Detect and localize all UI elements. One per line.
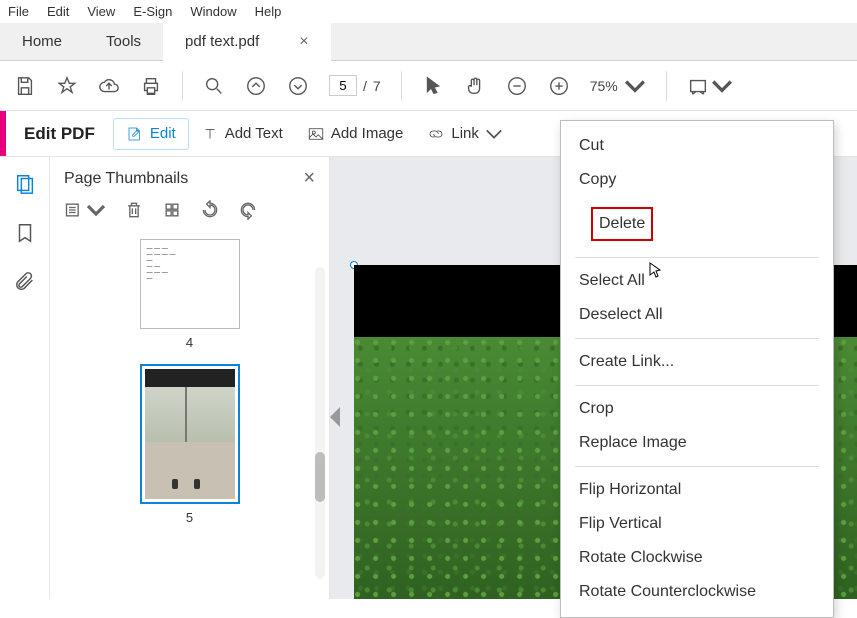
tab-bar: Home Tools pdf text.pdf × — [0, 23, 857, 61]
link-label: Link — [451, 125, 479, 142]
ctx-crop[interactable]: Crop — [561, 392, 833, 426]
save-icon[interactable] — [14, 75, 36, 97]
add-text-button[interactable]: Add Text — [189, 119, 295, 149]
close-icon[interactable]: × — [299, 33, 308, 51]
separator — [666, 71, 667, 101]
ctx-separator — [575, 466, 819, 467]
rotate-ccw-icon[interactable] — [200, 200, 220, 225]
page-current-input[interactable] — [329, 75, 357, 96]
search-icon[interactable] — [203, 75, 225, 97]
page-indicator: / 7 — [329, 75, 381, 96]
edit-pdf-title: Edit PDF — [6, 124, 113, 144]
zoom-in-icon[interactable] — [548, 75, 570, 97]
star-icon[interactable] — [56, 75, 78, 97]
thumbnail-label-4: 4 — [64, 335, 315, 350]
menu-edit[interactable]: Edit — [47, 4, 69, 19]
ctx-create-link[interactable]: Create Link... — [561, 345, 833, 379]
thumbnail-scrollbar[interactable] — [315, 267, 325, 579]
edit-button-label: Edit — [150, 125, 176, 142]
menu-esign[interactable]: E-Sign — [133, 4, 172, 19]
zoom-out-icon[interactable] — [506, 75, 528, 97]
separator — [182, 71, 183, 101]
menu-bar: File Edit View E-Sign Window Help — [0, 0, 857, 23]
print-icon[interactable] — [140, 75, 162, 97]
attachment-icon[interactable] — [14, 271, 36, 298]
add-image-label: Add Image — [331, 125, 404, 142]
fit-width-icon[interactable] — [687, 75, 733, 97]
bookmark-icon[interactable] — [14, 222, 36, 249]
ctx-flip-vertical[interactable]: Flip Vertical — [561, 507, 833, 541]
thumbnail-page-4[interactable]: — — —— — — ——— —— — —— — [140, 239, 240, 329]
tab-document[interactable]: pdf text.pdf × — [163, 23, 331, 61]
ctx-separator — [575, 257, 819, 258]
rotate-cw-icon[interactable] — [238, 200, 258, 225]
add-text-label: Add Text — [225, 125, 283, 142]
tab-document-label: pdf text.pdf — [185, 33, 259, 50]
main-toolbar: / 7 75% — [0, 61, 857, 111]
collapse-panel-icon[interactable] — [330, 407, 340, 427]
thumbnail-label-5: 5 — [64, 510, 315, 525]
hand-icon[interactable] — [464, 75, 486, 97]
ctx-delete[interactable]: Delete — [561, 197, 833, 251]
tab-tools[interactable]: Tools — [84, 23, 163, 60]
tab-home[interactable]: Home — [0, 23, 84, 60]
context-menu: Cut Copy Delete Select All Deselect All … — [560, 120, 834, 618]
thumbnail-page-5[interactable] — [140, 364, 240, 504]
insert-page-icon[interactable] — [162, 200, 182, 225]
page-up-icon[interactable] — [245, 75, 267, 97]
ctx-rotate-cw[interactable]: Rotate Clockwise — [561, 541, 833, 575]
close-thumbnails-icon[interactable]: × — [303, 167, 315, 190]
add-image-button[interactable]: Add Image — [295, 119, 416, 149]
ctx-rotate-ccw[interactable]: Rotate Counterclockwise — [561, 575, 833, 609]
ctx-separator — [575, 385, 819, 386]
zoom-level[interactable]: 75% — [590, 75, 646, 97]
ctx-copy[interactable]: Copy — [561, 163, 833, 197]
page-sep: / — [363, 78, 367, 94]
menu-view[interactable]: View — [87, 4, 115, 19]
zoom-label: 75% — [590, 78, 618, 94]
ctx-cut[interactable]: Cut — [561, 129, 833, 163]
ctx-deselect-all[interactable]: Deselect All — [561, 298, 833, 332]
menu-window[interactable]: Window — [190, 4, 236, 19]
menu-file[interactable]: File — [8, 4, 29, 19]
trash-icon[interactable] — [124, 200, 144, 225]
cloud-upload-icon[interactable] — [98, 75, 120, 97]
side-panel — [0, 157, 50, 599]
separator — [401, 71, 402, 101]
thumbnails-panel: Page Thumbnails × — — —— — — ——— —— — ——… — [50, 157, 330, 599]
thumbnails-title: Page Thumbnails — [64, 170, 188, 188]
thumbnails-tools — [64, 200, 315, 225]
page-down-icon[interactable] — [287, 75, 309, 97]
pointer-icon[interactable] — [422, 75, 444, 97]
page-total: 7 — [373, 78, 381, 94]
options-icon[interactable] — [64, 200, 106, 225]
ctx-separator — [575, 338, 819, 339]
link-button[interactable]: Link — [415, 119, 515, 149]
ctx-replace-image[interactable]: Replace Image — [561, 426, 833, 460]
thumbnails-icon[interactable] — [14, 173, 36, 200]
menu-help[interactable]: Help — [255, 4, 282, 19]
ctx-flip-horizontal[interactable]: Flip Horizontal — [561, 473, 833, 507]
edit-button[interactable]: Edit — [113, 118, 189, 150]
ctx-select-all[interactable]: Select All — [561, 264, 833, 298]
cursor-icon — [648, 262, 664, 283]
